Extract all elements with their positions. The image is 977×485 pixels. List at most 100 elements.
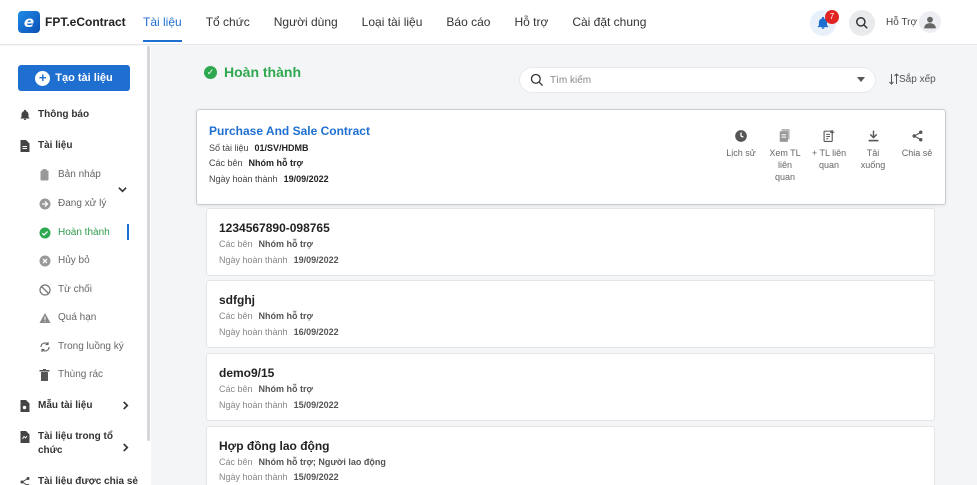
sidebar-item-rejected[interactable]: Từ chối xyxy=(38,283,92,296)
view-related-label: liên xyxy=(777,160,792,170)
download-label: xuống xyxy=(860,160,886,170)
user-avatar[interactable] xyxy=(919,11,941,33)
sidebar-item-label: Bản nháp xyxy=(58,169,101,180)
sidebar-scrollbar[interactable] xyxy=(147,46,150,441)
download-button[interactable]: Tải xuống xyxy=(851,128,895,183)
global-search-button[interactable] xyxy=(849,10,875,36)
sidebar-item-trash[interactable]: Thùng rác xyxy=(38,368,103,381)
sidebar-item-label: Từ chối xyxy=(58,284,92,295)
completion-date-label: Ngày hoàn thành xyxy=(219,327,288,337)
completion-date: 19/09/2022 xyxy=(293,255,339,265)
bell-icon xyxy=(18,108,31,121)
document-name[interactable]: demo9/15 xyxy=(219,366,274,380)
selected-document-card[interactable]: Purchase And Sale Contract Số tài liệu 01… xyxy=(196,109,946,205)
view-documents-icon xyxy=(763,128,807,144)
chevron-down-icon[interactable] xyxy=(857,77,865,82)
chevron-down-icon[interactable] xyxy=(118,185,127,197)
sidebar-item-documents[interactable]: Tài liệu xyxy=(18,139,72,152)
draft-icon xyxy=(38,168,51,181)
completion-date-label: Ngày hoàn thành xyxy=(219,400,288,410)
sort-button[interactable]: Sắp xếp xyxy=(889,73,936,85)
nav-item-support[interactable]: Hỗ trợ xyxy=(514,0,548,45)
sidebar-item-label: Quá hạn xyxy=(58,312,97,323)
completion-date-row: Ngày hoàn thành 19/09/2022 xyxy=(209,174,329,184)
share-button[interactable]: Chia sẻ xyxy=(895,128,939,183)
parties-row: Các bên Nhóm hỗ trợ xyxy=(209,158,303,168)
add-related-button[interactable]: + TL liên quan xyxy=(807,128,851,183)
history-button[interactable]: Lịch sử xyxy=(719,128,763,183)
sidebar-item-completed[interactable]: Hoàn thành xyxy=(38,226,110,239)
sidebar-item-processing[interactable]: Đang xử lý xyxy=(38,197,106,210)
search-bar[interactable] xyxy=(519,67,876,93)
parties-value: Nhóm hỗ trợ xyxy=(258,384,313,394)
template-icon xyxy=(18,399,31,412)
completion-date-label: Ngày hoàn thành xyxy=(219,472,288,482)
document-card[interactable]: demo9/15 Các bên Nhóm hỗ trợ Ngày hoàn th… xyxy=(206,353,935,421)
document-name[interactable]: Hợp đồng lao động xyxy=(219,439,330,453)
add-document-icon xyxy=(807,128,851,144)
add-related-label: + TL liên xyxy=(811,148,847,158)
chevron-right-icon[interactable] xyxy=(121,401,130,413)
user-icon xyxy=(924,16,936,29)
sidebar-item-notifications[interactable]: Thông báo xyxy=(18,108,89,121)
sidebar-item-label: Trong luồng ký xyxy=(58,341,124,352)
nav-item-settings[interactable]: Cài đặt chung xyxy=(572,0,646,45)
document-name[interactable]: sdfghj xyxy=(219,293,255,307)
share-icon xyxy=(18,475,31,485)
sidebar-item-label: Thùng rác xyxy=(58,369,104,380)
chevron-right-icon[interactable] xyxy=(121,443,130,455)
sidebar-item-in-flow[interactable]: Trong luồng ký xyxy=(38,340,124,353)
nav-item-document-types[interactable]: Loại tài liệu xyxy=(362,0,423,45)
parties-row: Các bên Nhóm hỗ trợ xyxy=(219,311,313,321)
nav-item-reports[interactable]: Báo cáo xyxy=(446,0,490,45)
sidebar-item-label: Hủy bỏ xyxy=(58,255,90,266)
nav-item-organization[interactable]: Tổ chức xyxy=(206,0,250,45)
nav-item-documents[interactable]: Tài liệu xyxy=(143,0,182,45)
arrow-right-circle-icon xyxy=(38,197,51,210)
view-related-button[interactable]: Xem TL liên quan xyxy=(763,128,807,183)
parties-label: Các bên xyxy=(219,457,253,467)
app-logo[interactable]: e FPT.eContract xyxy=(18,11,126,33)
completion-date-row: Ngày hoàn thành 15/09/2022 xyxy=(219,472,339,482)
app-name: FPT.eContract xyxy=(45,15,126,29)
top-navbar: e FPT.eContract Tài liệu Tổ chức Người d… xyxy=(0,0,977,45)
user-name[interactable]: Hỗ Trợ xyxy=(886,17,917,28)
sidebar-item-label: Tài liệu trong tổ chức xyxy=(38,431,113,456)
search-input[interactable] xyxy=(550,74,840,86)
document-actions: Lịch sử Xem TL liên quan + TL liên quan … xyxy=(719,128,939,183)
sidebar-item-org-documents[interactable]: Tài liệu trong tổ chức xyxy=(18,430,128,458)
parties-label: Các bên xyxy=(219,311,253,321)
notification-count-badge: 7 xyxy=(825,10,839,24)
main-nav: Tài liệu Tổ chức Người dùng Loại tài liệ… xyxy=(143,0,670,45)
sidebar-item-label: Hoàn thành xyxy=(58,227,110,238)
completion-date-row: Ngày hoàn thành 19/09/2022 xyxy=(219,255,339,265)
sidebar-item-label: Mẫu tài liệu xyxy=(38,400,93,411)
share-label: Chia sẻ xyxy=(901,148,933,158)
create-document-label: Tạo tài liệu xyxy=(55,72,113,84)
sidebar-item-cancelled[interactable]: Hủy bỏ xyxy=(38,254,90,267)
sidebar-item-expired[interactable]: Quá hạn xyxy=(38,311,96,324)
document-number-label: Số tài liệu xyxy=(209,143,249,153)
document-card[interactable]: 1234567890-098765 Các bên Nhóm hỗ trợ Ngà… xyxy=(206,208,935,276)
parties-row: Các bên Nhóm hỗ trợ xyxy=(219,239,313,249)
sidebar-item-draft[interactable]: Bản nháp xyxy=(38,168,101,181)
plus-icon: + xyxy=(35,70,51,86)
nav-item-users[interactable]: Người dùng xyxy=(274,0,338,45)
document-card[interactable]: Hợp đồng lao động Các bên Nhóm hỗ trợ; Ng… xyxy=(206,426,935,485)
parties-row: Các bên Nhóm hỗ trợ; Người lao động xyxy=(219,457,386,467)
create-document-button[interactable]: + Tạo tài liệu xyxy=(18,65,130,91)
document-title[interactable]: Purchase And Sale Contract xyxy=(209,124,370,138)
sidebar-item-templates[interactable]: Mẫu tài liệu xyxy=(18,399,92,412)
document-icon xyxy=(18,139,31,152)
completion-date: 19/09/2022 xyxy=(283,174,329,184)
search-icon xyxy=(530,73,543,86)
document-name[interactable]: 1234567890-098765 xyxy=(219,221,330,235)
logo-icon: e xyxy=(18,11,40,33)
document-card[interactable]: sdfghj Các bên Nhóm hỗ trợ Ngày hoàn thàn… xyxy=(206,280,935,348)
add-related-label: quan xyxy=(818,160,840,170)
completion-date: 15/09/2022 xyxy=(293,400,339,410)
warning-icon xyxy=(38,311,51,324)
sidebar-item-shared-documents[interactable]: Tài liệu được chia sẻ xyxy=(18,475,138,485)
search-icon xyxy=(856,17,868,29)
active-indicator xyxy=(127,224,129,240)
